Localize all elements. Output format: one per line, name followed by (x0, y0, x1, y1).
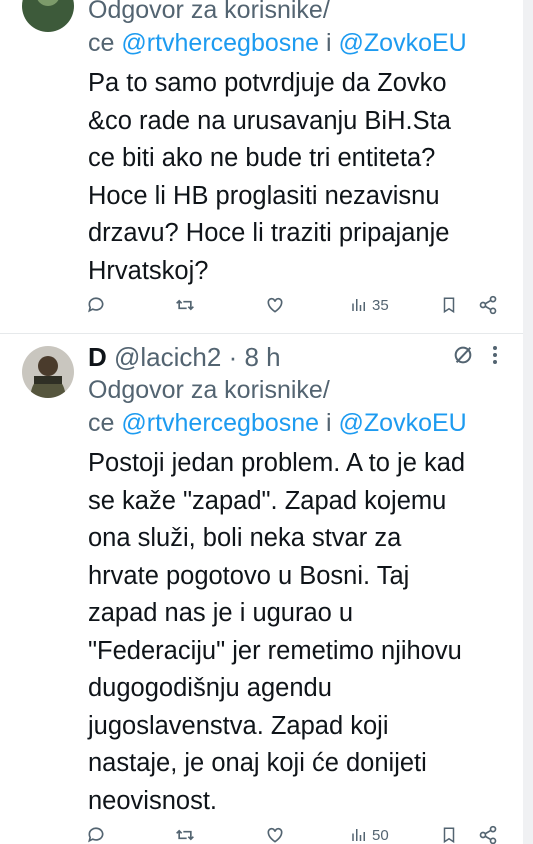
tweet-text-line: drzavu? Hoce li traziti pripajanje (88, 219, 450, 247)
retweet-button[interactable] (174, 825, 196, 844)
tweet-content: D @lacich2 · 8 h Odgovor za korisnike/ c… (88, 340, 508, 820)
tweet-text-line: Hrvatskoj? (88, 256, 209, 285)
views-button[interactable]: 35 (350, 296, 389, 314)
more-icon[interactable] (492, 345, 498, 365)
tweet-text-line: zapad nas je i ugurao u (88, 599, 354, 627)
author-handle[interactable]: @lacich2 (114, 342, 221, 372)
bookmark-button[interactable] (440, 825, 458, 844)
views-count: 35 (372, 296, 389, 314)
share-icon (479, 295, 497, 315)
action-bar: 50 (78, 820, 508, 844)
like-icon (267, 827, 283, 843)
retweet-button[interactable] (174, 295, 196, 315)
reply-line2-prefix: ce (88, 29, 122, 57)
mention-link[interactable]: @ZovkoEU (339, 29, 467, 57)
reply-prefix: Odgovor za korisnike/ (88, 376, 330, 404)
bookmark-icon (443, 297, 455, 314)
retweet-icon (176, 299, 194, 311)
mention-join: i (319, 29, 339, 57)
views-icon (352, 299, 365, 311)
tweet-text-line: ce biti ako ne bude tri entiteta? (88, 144, 436, 172)
author-name[interactable]: D (88, 342, 107, 372)
reply-context: Odgovor za korisnike/ (88, 0, 508, 27)
tweet-text-line: jugoslavenstva. Zapad koji (88, 711, 389, 740)
tweet-text-line: dugogodišnju agendu (88, 674, 332, 702)
tweet-1[interactable]: Odgovor za korisnike/ ce @rtvhercegbosne… (0, 0, 523, 332)
tweet-text: Pa to samo potvrdjuje da Zovko &co rade … (88, 65, 508, 290)
tweet-text-line: hrvate pogotovo u Bosni. Taj (88, 561, 410, 590)
tweet-text-line: &co rade na urusavanju BiH.Sta (88, 106, 451, 135)
header-separator: · (221, 342, 245, 372)
tweet-content: Odgovor za korisnike/ ce @rtvhercegbosne… (88, 0, 508, 290)
reply-context-mentions: ce @rtvhercegbosne i @ZovkoEU (88, 407, 508, 440)
retweet-icon (176, 829, 194, 841)
header-icons (452, 344, 498, 366)
mention-link[interactable]: @ZovkoEU (339, 409, 467, 437)
tweet-time[interactable]: 8 h (244, 342, 280, 372)
like-icon (267, 297, 283, 313)
tweet-text-line: ona služi, boli neka stvar za (88, 524, 402, 552)
tweet-text: Postoji jedan problem. A to je kad se ka… (88, 445, 508, 820)
avatar[interactable] (22, 346, 74, 398)
share-button[interactable] (478, 295, 498, 315)
tweet-text-line: se kaže "zapad". Zapad kojemu (88, 486, 447, 515)
tweet-2[interactable]: D @lacich2 · 8 h Odgovor za korisnike/ c… (0, 333, 523, 844)
bookmark-icon (443, 827, 455, 844)
reply-line2-prefix: ce (88, 409, 122, 437)
like-button[interactable] (264, 825, 286, 844)
reply-button[interactable] (86, 295, 106, 315)
views-icon (352, 829, 365, 841)
views-button[interactable]: 50 (350, 826, 389, 844)
tweet-header: D @lacich2 · 8 h (88, 340, 508, 374)
action-bar: 35 (78, 290, 508, 320)
reply-icon (88, 297, 104, 313)
tweet-text-line: "Federaciju" jer remetimo njihovu (88, 636, 462, 665)
share-button[interactable] (478, 825, 498, 844)
reply-context-mentions: ce @rtvhercegbosne i @ZovkoEU (88, 27, 508, 60)
reply-context: Odgovor za korisnike/ (88, 374, 508, 407)
reply-icon (88, 827, 104, 843)
like-button[interactable] (264, 295, 286, 315)
grok-icon[interactable] (452, 344, 474, 366)
tweet-text-line: neovisnost. (88, 786, 217, 815)
tweet-text-line: nastaje, je onaj koji će donijeti (88, 749, 427, 777)
tweet-text-line: Postoji jedan problem. A to je kad (88, 449, 466, 477)
reply-prefix: Odgovor za korisnike/ (88, 0, 330, 24)
mention-link[interactable]: @rtvhercegbosne (121, 29, 319, 57)
mention-join: i (319, 409, 339, 437)
bookmark-button[interactable] (440, 295, 458, 315)
mention-link[interactable]: @rtvhercegbosne (121, 409, 319, 437)
tweet-text-line: Pa to samo potvrdjuje da Zovko (88, 69, 447, 97)
avatar[interactable] (22, 0, 74, 32)
scroll-edge (523, 0, 533, 844)
tweet-text-line: Hoce li HB proglasiti nezavisnu (88, 181, 440, 210)
views-count: 50 (372, 826, 389, 844)
timeline: Odgovor za korisnike/ ce @rtvhercegbosne… (0, 0, 533, 844)
share-icon (479, 825, 497, 844)
reply-button[interactable] (86, 825, 106, 844)
